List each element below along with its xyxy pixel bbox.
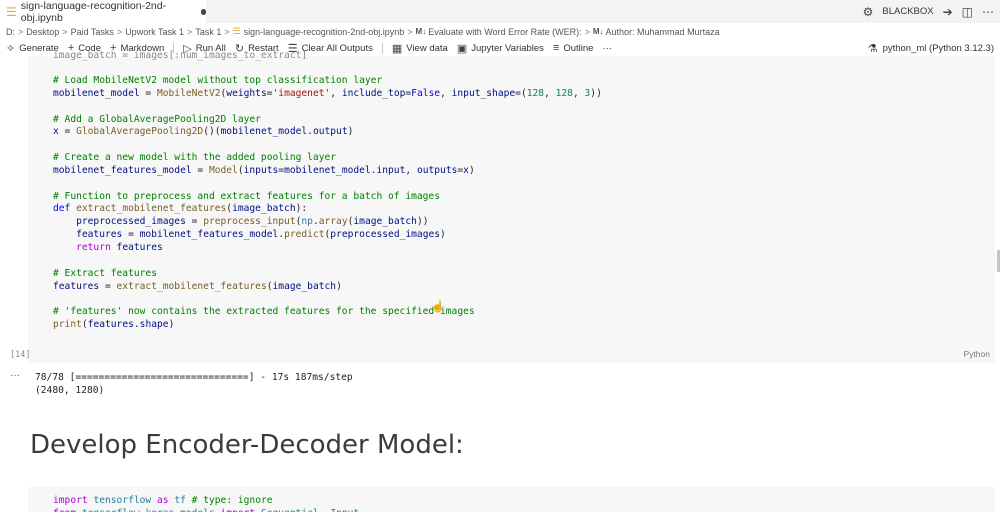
code-line-partial: image_batch = images[:num_images_to_extr… <box>53 50 308 61</box>
chevron-right-icon: > <box>62 26 68 37</box>
editor-tab-bar: ☰ sign-language-recognition-2nd-obj.ipyn… <box>0 0 1000 24</box>
breadcrumb-item[interactable]: sign-language-recognition-2nd-obj.ipynb <box>244 27 405 37</box>
jupyter-variables-label: Jupyter Variables <box>471 42 544 54</box>
chevron-right-icon: > <box>407 26 413 37</box>
chevron-right-icon: > <box>116 26 123 37</box>
sparkle-icon: ✧ <box>6 42 16 55</box>
breadcrumb-item[interactable]: Upwork Task 1 <box>125 27 184 37</box>
variables-icon: ▣ <box>456 42 468 55</box>
breadcrumb-item[interactable]: Task 1 <box>195 27 221 37</box>
kernel-label: python_ml (Python 3.12.3) <box>882 42 994 54</box>
code-cell[interactable]: import tensorflow as tf # type: ignore f… <box>28 487 995 512</box>
breadcrumb-item[interactable]: Evaluate with Word Error Rate (WER): <box>428 27 581 37</box>
unsaved-dot-icon[interactable] <box>200 8 206 15</box>
breadcrumb-item[interactable]: D: <box>6 27 15 37</box>
clear-outputs-label: Clear All Outputs <box>301 42 373 54</box>
outline-button[interactable]: ≡ Outline <box>553 42 594 54</box>
breadcrumb-item[interactable]: Paid Tasks <box>71 27 114 37</box>
execution-count: [14] <box>10 350 31 360</box>
sign-in-icon[interactable]: ➔ <box>943 5 953 19</box>
generate-button[interactable]: ✧ Generate <box>6 42 59 55</box>
breadcrumb-item[interactable]: Desktop <box>26 27 59 37</box>
top-right-actions: ⚙ BLACKBOX ➔ ◫ ⋯ <box>863 0 994 23</box>
kernel-icon: ⚗ <box>867 42 878 55</box>
more-toolbar-button[interactable]: ··· <box>602 43 612 54</box>
markdown-icon: M↓ <box>415 27 427 36</box>
table-icon: ▦ <box>391 42 403 55</box>
outline-label: Outline <box>563 42 594 54</box>
markdown-icon: M↓ <box>592 27 604 36</box>
markdown-heading[interactable]: Develop Encoder-Decoder Model: <box>30 430 464 460</box>
code-cell[interactable]: image_batch = images[:num_images_to_extr… <box>28 50 995 363</box>
cell-language-indicator[interactable]: Python <box>964 349 990 359</box>
view-data-button[interactable]: ▦ View data <box>392 42 448 55</box>
breadcrumb: D: > Desktop > Paid Tasks > Upwork Task … <box>0 23 1000 40</box>
output-more-icon[interactable]: ··· <box>10 370 20 381</box>
more-actions-icon[interactable]: ⋯ <box>982 5 994 19</box>
code-editor[interactable]: # Load MobileNetV2 model without top cla… <box>53 75 602 332</box>
output-line: (2480, 1280) <box>35 385 105 396</box>
notebook-icon: ☰ <box>6 4 17 19</box>
gear-icon[interactable]: ⚙ <box>863 5 874 19</box>
account-label[interactable]: BLACKBOX <box>882 6 933 17</box>
kernel-picker[interactable]: ⚗ python_ml (Python 3.12.3) <box>868 40 994 56</box>
chevron-right-icon: > <box>18 26 24 37</box>
jupyter-variables-button[interactable]: ▣ Jupyter Variables <box>457 42 544 55</box>
chevron-right-icon: > <box>224 26 230 37</box>
tab-label: sign-language-recognition-2nd-obj.ipynb <box>20 0 167 24</box>
split-editor-icon[interactable]: ◫ <box>962 5 973 19</box>
chevron-right-icon: > <box>187 26 193 37</box>
chevron-right-icon: > <box>584 26 590 37</box>
output-line: 78/78 [==============================] -… <box>35 372 353 383</box>
tab-notebook[interactable]: ☰ sign-language-recognition-2nd-obj.ipyn… <box>0 0 206 24</box>
list-icon: ≡ <box>552 42 560 54</box>
code-editor[interactable]: import tensorflow as tf # type: ignore f… <box>53 495 359 512</box>
breadcrumb-item[interactable]: Author: Muhammad Murtaza <box>606 27 720 37</box>
hand-cursor-icon: ☝ <box>431 301 445 313</box>
code-comment: # type: ignore <box>191 495 273 506</box>
notebook-icon: ☰ <box>232 26 241 36</box>
toolbar-divider <box>381 42 383 54</box>
view-data-label: View data <box>406 42 448 54</box>
cell-output: 78/78 [==============================] -… <box>35 371 353 397</box>
